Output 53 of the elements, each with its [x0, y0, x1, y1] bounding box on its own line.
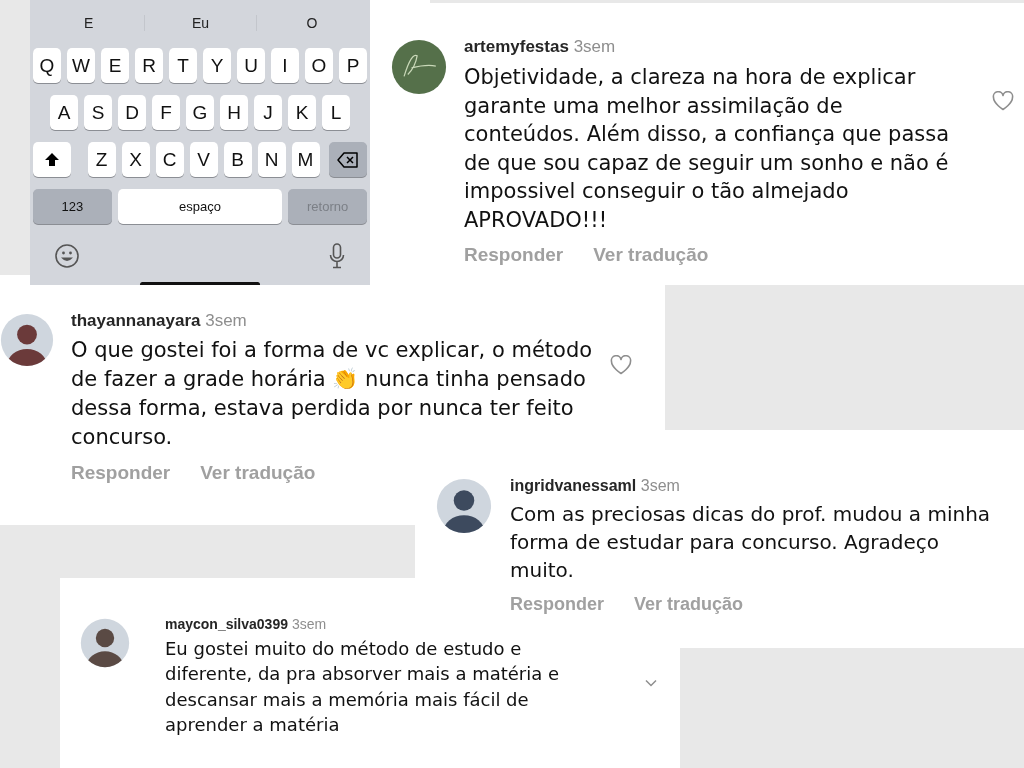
backspace-icon [337, 151, 359, 168]
chevron-down-icon[interactable] [645, 679, 657, 687]
keyboard-key[interactable]: X [121, 142, 150, 177]
keyboard-key[interactable]: D [118, 95, 146, 130]
shift-icon [44, 151, 60, 168]
username[interactable]: artemyfestas [464, 37, 569, 56]
keyboard-key[interactable]: U [237, 48, 265, 83]
keyboard-key[interactable]: K [288, 95, 316, 130]
shift-key[interactable] [33, 142, 71, 177]
keyboard-key[interactable]: N [257, 142, 286, 177]
keyboard-key[interactable]: Y [203, 48, 231, 83]
keyboard-key[interactable]: L [322, 95, 350, 130]
heart-icon[interactable] [992, 91, 1014, 111]
keyboard-key[interactable]: B [223, 142, 252, 177]
keyboard-key[interactable]: Q [33, 48, 61, 83]
space-key[interactable]: espaço [117, 189, 283, 224]
comment-text: O que gostei foi a forma de vc explicar, o método de fazer a grade horária 👏 nunca tinha pensado dessa forma, estava perdida por nunca ter feito concurso. [71, 337, 593, 452]
microphone-icon[interactable] [329, 243, 345, 269]
comment-text: Com as preciosas dicas do prof. mudou a minha forma de estudar para concurso. Agradeço muito. [510, 501, 992, 585]
suggestion[interactable]: Eu [144, 15, 256, 31]
comment-time: 3sem [291, 616, 327, 632]
keyboard-key[interactable]: J [254, 95, 282, 130]
keyboard-key[interactable]: W [67, 48, 95, 83]
keyboard-key[interactable]: F [152, 95, 180, 130]
username[interactable]: ingridvanessaml [510, 477, 637, 494]
comment-text: Eu gostei muito do método de estudo e diferente, da pra absorver mais a matéria e descansar mais a memória mais fácil de aprender a matéria [165, 636, 561, 738]
emoji-icon[interactable] [55, 244, 79, 268]
keyboard-key[interactable]: T [169, 48, 197, 83]
username[interactable]: thayannanayara [71, 311, 201, 330]
keyboard-key[interactable]: H [220, 95, 248, 130]
keyboard-key[interactable]: A [50, 95, 78, 130]
comment-time: 3sem [573, 37, 616, 56]
keyboard-key[interactable]: E [101, 48, 129, 83]
logo-avatar[interactable] [391, 39, 447, 95]
heart-icon[interactable] [610, 355, 632, 375]
keyboard-key[interactable]: M [291, 142, 320, 177]
suggestion[interactable]: E [33, 15, 145, 31]
keyboard-key[interactable]: S [84, 95, 112, 130]
backspace-key[interactable] [329, 142, 367, 177]
keyboard-key[interactable]: V [189, 142, 218, 177]
keyboard-key[interactable]: P [339, 48, 367, 83]
keyboard-key[interactable]: Z [87, 142, 116, 177]
suggestion[interactable]: O [255, 15, 367, 31]
comment-time: 3sem [205, 311, 247, 330]
keyboard-key[interactable]: R [135, 48, 163, 83]
comment-text: Objetividade, a clareza na hora de explicar garante uma melhor assimilação de conteúdos. Além disso, a confiança que passa de que sou capaz de seguir um sonho e não é impossivel conseguir o tão almejado APROVADO!!! [464, 64, 951, 234]
keyboard-key[interactable]: O [305, 48, 333, 83]
username[interactable]: maycon_silva0399 [165, 616, 288, 632]
comment-time: 3sem [640, 477, 680, 494]
keyboard-key[interactable]: G [186, 95, 214, 130]
keyboard-key[interactable]: I [271, 48, 299, 83]
keyboard-key[interactable]: C [155, 142, 184, 177]
keyboard-key[interactable]: 123 [33, 189, 112, 224]
